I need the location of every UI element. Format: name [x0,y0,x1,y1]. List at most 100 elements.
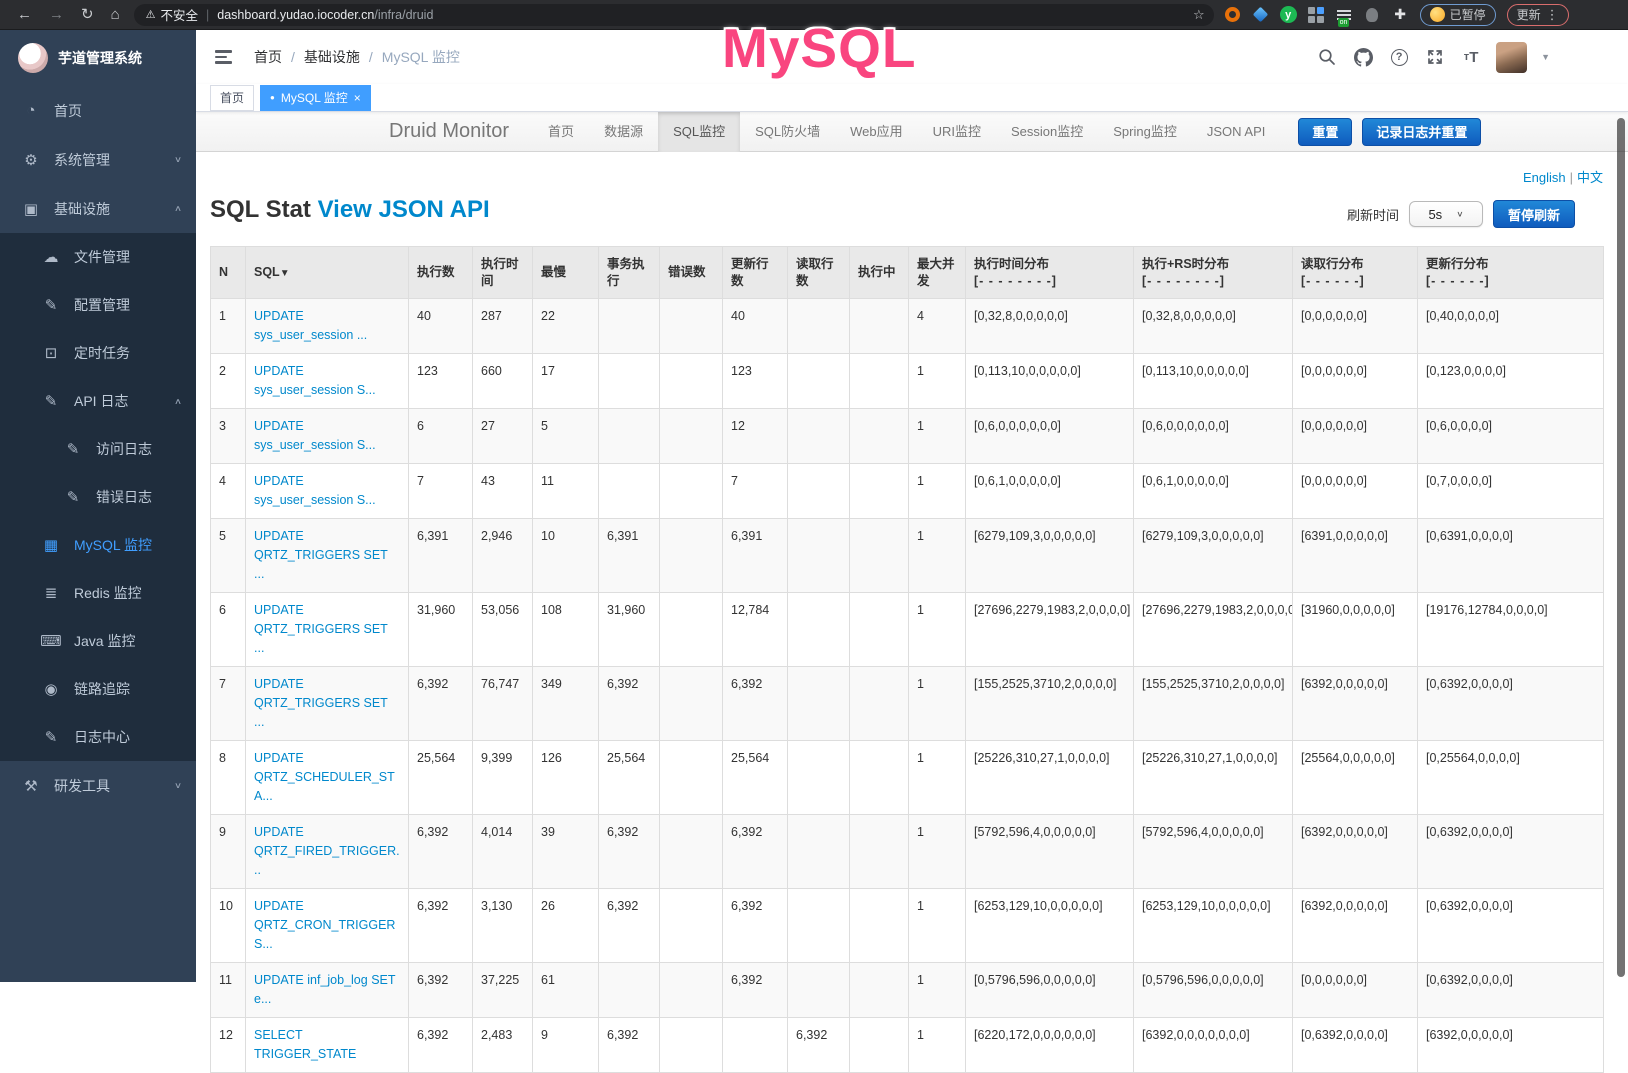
column-header-4[interactable]: 最慢 [533,247,599,299]
table-row: 5UPDATE QRTZ_TRIGGERS SET ...6,3912,9461… [211,519,1604,593]
sidebar-item-文件管理[interactable]: ☁文件管理 [0,233,196,281]
font-size-icon[interactable]: тT [1460,46,1482,68]
column-header-8[interactable]: 读取行数 [788,247,850,299]
druid-nav-Session监控[interactable]: Session监控 [996,112,1098,152]
cell [788,815,850,889]
sql-link[interactable]: UPDATE sys_user_session S... [254,419,376,452]
back-icon[interactable]: ← [17,7,32,22]
sql-link[interactable]: UPDATE QRTZ_SCHEDULER_STA... [254,751,395,803]
sidebar-item-配置管理[interactable]: ✎配置管理 [0,281,196,329]
sidebar-item-访问日志[interactable]: ✎访问日志 [0,425,196,473]
log-and-reset-button[interactable]: 记录日志并重置 [1362,118,1481,146]
druid-nav-JSON API[interactable]: JSON API [1192,112,1281,152]
bookmark-star-icon[interactable]: ☆ [1193,7,1205,23]
sql-link[interactable]: UPDATE sys_user_session S... [254,474,376,507]
column-header-14[interactable]: 更新行分布[- - - - - -] [1418,247,1604,299]
sidebar-item-定时任务[interactable]: ⊡定时任务 [0,329,196,377]
sql-link[interactable]: UPDATE inf_job_log SET e... [254,973,395,1006]
user-avatar[interactable] [1496,42,1527,73]
reset-button[interactable]: 重置 [1298,118,1352,146]
column-header-6[interactable]: 错误数 [660,247,723,299]
sidebar-item-系统管理[interactable]: ⚙系统管理∨ [0,135,196,184]
github-icon[interactable] [1352,46,1374,68]
forward-icon[interactable]: → [49,7,64,22]
lang-chinese-link[interactable]: 中文 [1577,170,1603,185]
sql-link[interactable]: UPDATE QRTZ_TRIGGERS SET ... [254,529,388,581]
security-label[interactable]: 不安全 [161,5,199,24]
sidebar-item-错误日志[interactable]: ✎错误日志 [0,473,196,521]
druid-nav-首页[interactable]: 首页 [533,112,589,152]
sidebar-item-基础设施[interactable]: ▣基础设施∧ [0,184,196,233]
sidebar-item-Redis 监控[interactable]: ≣Redis 监控 [0,569,196,617]
page-scrollbar[interactable] [1617,118,1625,977]
column-header-1[interactable]: SQL▼ [246,247,409,299]
redis-layers-icon: ≣ [40,584,62,602]
column-header-3[interactable]: 执行时间 [473,247,533,299]
refresh-interval-select[interactable]: 5s ∨ [1409,201,1483,227]
cell: UPDATE QRTZ_FIRED_TRIGGER... [246,815,409,889]
sql-link[interactable]: UPDATE sys_user_session ... [254,309,367,342]
menu-dots-icon[interactable]: ⋮ [1546,7,1559,23]
hamburger-icon[interactable] [211,46,236,68]
profile-paused-chip[interactable]: 已暂停 [1420,4,1496,26]
column-header-9[interactable]: 执行中 [850,247,909,299]
breadcrumb-item[interactable]: 基础设施 [304,47,360,67]
help-icon[interactable]: ? [1388,46,1410,68]
column-header-11[interactable]: 执行时间分布[- - - - - - - -] [966,247,1134,299]
column-header-label: 错误数 [668,265,706,279]
home-icon[interactable]: ⌂ [111,7,120,22]
search-icon[interactable] [1316,46,1338,68]
extension-list-on-icon[interactable]: on [1336,6,1353,23]
url-bar[interactable]: ⚠ 不安全 | dashboard.yudao.iocoder.cn/infra… [134,4,1214,26]
extension-gem-icon[interactable] [1252,6,1269,23]
druid-nav-Web应用[interactable]: Web应用 [835,112,918,152]
sidebar-item-首页[interactable]: ◔首页 [0,86,196,135]
sql-link[interactable]: UPDATE sys_user_session S... [254,364,376,397]
sidebar-item-链路追踪[interactable]: ◉链路追踪 [0,665,196,713]
sidebar-item-日志中心[interactable]: ✎日志中心 [0,713,196,761]
pause-refresh-button[interactable]: 暂停刷新 [1493,200,1575,228]
app-logo[interactable]: 芋道管理系统 [0,30,196,86]
druid-nav-SQL监控[interactable]: SQL监控 [658,112,740,152]
extension-y-icon[interactable]: y [1280,6,1297,23]
gear-icon: ⚙ [20,151,42,169]
column-header-0[interactable]: N [211,247,246,299]
extension-blocks-icon[interactable] [1308,6,1325,23]
column-header-2[interactable]: 执行数 [409,247,473,299]
druid-nav-SQL防火墙[interactable]: SQL防火墙 [740,112,835,152]
sidebar-item-Java 监控[interactable]: ⌨Java 监控 [0,617,196,665]
user-caret-icon[interactable]: ▼ [1541,52,1550,62]
sidebar-item-API 日志[interactable]: ✎API 日志∧ [0,377,196,425]
sql-link[interactable]: SELECT TRIGGER_STATE [254,1028,356,1061]
breadcrumb-item[interactable]: 首页 [254,47,282,67]
sql-link[interactable]: UPDATE QRTZ_FIRED_TRIGGER... [254,825,400,877]
column-header-12[interactable]: 执行+RS时分布[- - - - - - - -] [1134,247,1293,299]
extension-avatar-icon[interactable] [1364,6,1381,23]
browser-update-button[interactable]: 更新 ⋮ [1507,4,1569,26]
api-log-icon: ✎ [40,392,62,410]
druid-nav-URI监控[interactable]: URI监控 [918,112,996,152]
lang-english-link[interactable]: English [1523,170,1566,185]
column-header-7[interactable]: 更新行数 [723,247,788,299]
druid-nav-数据源[interactable]: 数据源 [589,112,658,152]
sidebar-item-MySQL 监控[interactable]: ▦MySQL 监控 [0,521,196,569]
sidebar-item-研发工具[interactable]: ⚒研发工具∨ [0,761,196,810]
extension-donut-icon[interactable] [1224,6,1241,23]
extensions-puzzle-icon[interactable]: ✚ [1392,6,1409,23]
sql-link[interactable]: UPDATE QRTZ_CRON_TRIGGERS... [254,899,395,951]
tags-bar: 首页●MySQL 监控× [196,84,1628,112]
cell: 1 [909,519,966,593]
column-header-5[interactable]: 事务执行 [599,247,660,299]
sql-link[interactable]: UPDATE QRTZ_TRIGGERS SET ... [254,677,388,729]
view-json-api-link[interactable]: View JSON API [318,196,490,223]
close-icon[interactable]: × [354,92,361,104]
sql-link[interactable]: UPDATE QRTZ_TRIGGERS SET ... [254,603,388,655]
fullscreen-icon[interactable] [1424,46,1446,68]
druid-brand[interactable]: Druid Monitor [389,120,509,143]
column-header-10[interactable]: 最大并发 [909,247,966,299]
tab-MySQL 监控[interactable]: ●MySQL 监控× [260,85,371,111]
druid-nav-Spring监控[interactable]: Spring监控 [1098,112,1192,152]
reload-icon[interactable]: ↻ [81,7,94,22]
tab-首页[interactable]: 首页 [210,85,254,111]
column-header-13[interactable]: 读取行分布[- - - - - -] [1293,247,1418,299]
